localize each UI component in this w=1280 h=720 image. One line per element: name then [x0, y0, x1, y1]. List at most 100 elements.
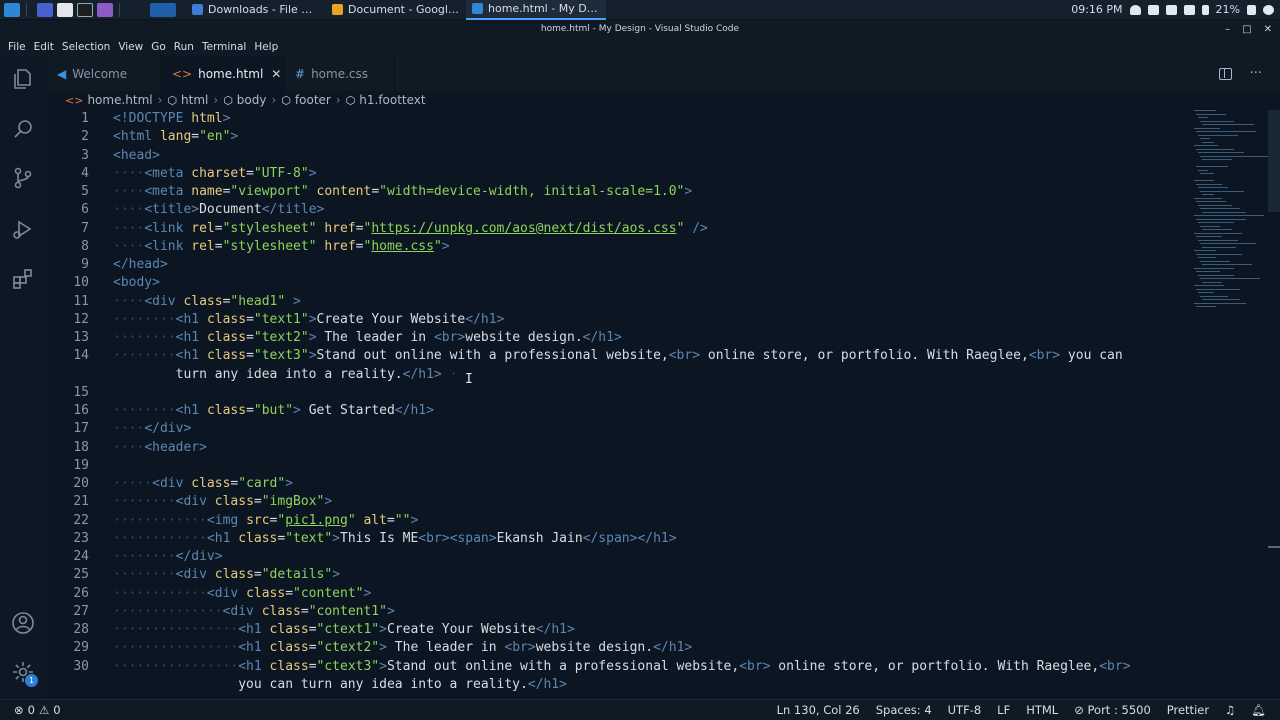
code-text: ········<h1 class="but"> Get Started</h1… [113, 402, 434, 420]
split-editor-icon[interactable] [1218, 67, 1232, 80]
run-debug-icon[interactable] [10, 216, 36, 242]
code-token: "UTF-8" [253, 165, 309, 181]
settings-gear-icon[interactable]: 1 [10, 659, 38, 687]
code-token: = [246, 403, 254, 418]
maximize-button[interactable]: □ [1242, 24, 1251, 35]
minimap-line [1194, 145, 1218, 146]
terminal-icon[interactable] [77, 2, 93, 17]
source-control-icon[interactable] [10, 165, 36, 191]
code-token: > [684, 184, 693, 199]
minimap-line [1200, 260, 1230, 262]
tab-home-html[interactable]: <> home.html ✕ [162, 56, 285, 91]
minimap-line [1202, 194, 1214, 195]
taskbar-task[interactable]: Downloads - File Manag... [186, 0, 326, 20]
menu-help[interactable]: Help [250, 41, 282, 53]
code-token: <div [222, 603, 262, 619]
search-icon[interactable] [10, 116, 36, 142]
battery-icon[interactable] [1201, 4, 1209, 15]
breadcrumb-footer[interactable]: ⬡ footer [281, 93, 331, 107]
more-actions-icon[interactable]: ··· [1250, 66, 1262, 81]
bell-icon[interactable]: 🔔︎ [1251, 703, 1266, 717]
minimap-line [1200, 173, 1214, 174]
close-icon[interactable]: ✕ [271, 67, 281, 81]
tab-label: home.css [311, 66, 368, 81]
code-token: "text1" [253, 311, 309, 327]
line-number: 2 [81, 129, 89, 145]
indent-whitespace: ···· [113, 293, 145, 309]
minimap-line [1202, 229, 1232, 230]
menu-file[interactable]: File [4, 41, 30, 53]
accounts-icon[interactable] [10, 610, 36, 636]
code-text: ····<title>Document</title> [113, 201, 324, 219]
code-token: <h1 [175, 348, 207, 364]
taskbar-task-label: home.html - My Design ... [488, 2, 600, 15]
line-number: 25 [73, 567, 89, 583]
web-browser-icon[interactable] [97, 2, 113, 17]
language-mode[interactable]: HTML [1026, 703, 1058, 717]
status-bar: ⊗ 0 ⚠ 0 Ln 130, Col 26 Spaces: 4 UTF-8 L… [0, 699, 1280, 720]
code-token: website design. [465, 330, 583, 345]
breadcrumb-file[interactable]: <> home.html [65, 93, 153, 107]
breadcrumb-h1-foottext[interactable]: ⬡ h1.foottext [346, 93, 426, 107]
lock-icon[interactable] [1247, 4, 1256, 15]
code-token: class [261, 603, 301, 619]
menu-terminal[interactable]: Terminal [198, 41, 250, 53]
wifi-icon[interactable] [1129, 4, 1141, 15]
prettier-formatter[interactable]: Prettier [1167, 703, 1209, 717]
code-token: </head> [113, 257, 168, 272]
file-encoding[interactable]: UTF-8 [948, 703, 982, 717]
os-taskbar: Downloads - File Manag... Document - Goog… [0, 0, 1280, 20]
breadcrumb-html[interactable]: ⬡ html [167, 93, 208, 107]
notifications-icon[interactable] [1183, 4, 1195, 15]
code-token: > [308, 330, 325, 345]
breadcrumb-body[interactable]: ⬡ body [223, 93, 266, 107]
menu-run[interactable]: Run [170, 41, 198, 53]
live-server-port[interactable]: ⊘ Port : 5500 [1074, 703, 1151, 717]
code-token: class [206, 348, 247, 364]
vscode-launcher-icon[interactable] [150, 2, 176, 17]
code-line: 11 ····<div class="head1" > [47, 293, 1187, 311]
activity-bar: 1 [0, 56, 47, 699]
code-token: </div> [144, 421, 192, 437]
menu-selection[interactable]: Selection [58, 41, 114, 53]
tab-home-css[interactable]: # home.css [285, 56, 395, 91]
menu-edit[interactable]: Edit [30, 41, 58, 53]
code-text: ········<h1 class="text1">Create Your We… [113, 311, 504, 329]
code-token: <br> [433, 330, 466, 345]
indent-whitespace: ···· [113, 238, 145, 254]
taskbar-task[interactable]: home.html - My Design ... [466, 0, 606, 20]
minimap[interactable] [1194, 110, 1270, 320]
show-desktop-icon[interactable] [37, 2, 53, 17]
line-ending[interactable]: LF [997, 703, 1010, 717]
code-token: </div> [175, 549, 223, 564]
close-window-button[interactable]: ✕ [1264, 24, 1272, 35]
taskbar-task[interactable]: Document - Google Chr... [326, 0, 466, 20]
line-number: 5 [81, 184, 89, 199]
explorer-icon[interactable] [10, 66, 36, 92]
code-token: /> [684, 220, 708, 236]
app-menu-icon[interactable] [4, 2, 20, 17]
file-manager-icon[interactable] [57, 2, 73, 17]
vertical-scrollbar[interactable] [1268, 110, 1280, 212]
menu-view[interactable]: View [114, 41, 147, 53]
chevron-right-icon: › [157, 93, 163, 107]
camera-icon[interactable] [1147, 4, 1159, 15]
tab-welcome[interactable]: ◀ Welcome [47, 56, 162, 91]
clock[interactable]: 09:16 PM [1071, 3, 1122, 16]
menu-go[interactable]: Go [147, 41, 170, 53]
cursor-position[interactable]: Ln 130, Col 26 [777, 703, 860, 717]
code-line: 15 [47, 384, 1187, 402]
extensions-icon[interactable] [10, 266, 36, 292]
feedback-icon[interactable]: ♫ [1225, 703, 1235, 717]
code-editor[interactable]: 1 <!DOCTYPE html> 2 <html lang="en"> 3 <head>… [47, 110, 1280, 699]
line-number: 15 [73, 384, 89, 400]
code-token: class [214, 567, 254, 583]
problems-indicator[interactable]: ⊗ 0 ⚠ 0 [0, 703, 61, 717]
code-token: </h1> [527, 676, 567, 692]
volume-icon[interactable] [1165, 4, 1177, 15]
power-icon[interactable] [1263, 4, 1274, 15]
indentation[interactable]: Spaces: 4 [876, 703, 932, 717]
minimize-button[interactable]: – [1225, 24, 1230, 35]
code-token: > [363, 585, 372, 601]
line-number: 10 [73, 275, 89, 291]
